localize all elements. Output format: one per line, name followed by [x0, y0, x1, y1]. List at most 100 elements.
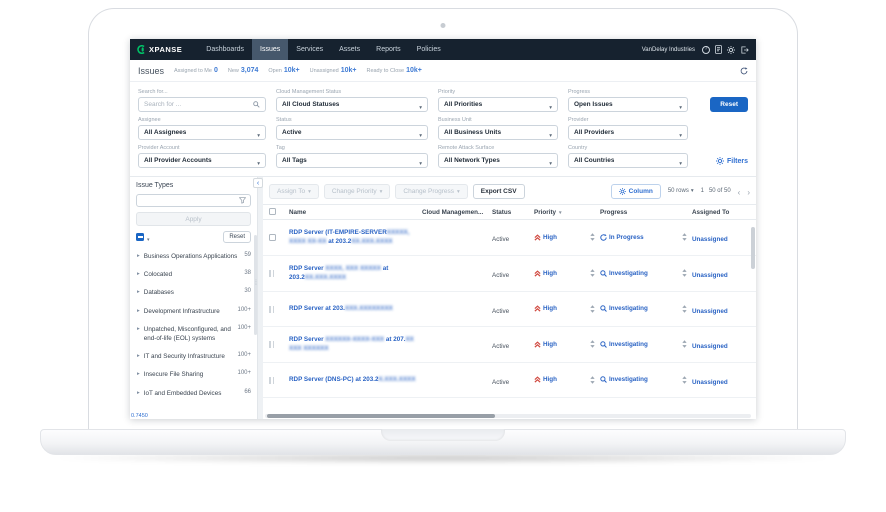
issue-type-item[interactable]: ▸Insecure File Sharing100+ — [136, 366, 251, 384]
filter-dropdown[interactable]: All Network Types — [438, 153, 558, 168]
priority-value-link[interactable]: High — [543, 234, 557, 241]
header-checkbox[interactable] — [269, 208, 276, 215]
priority-value-link[interactable]: High — [543, 376, 557, 383]
expand-arrow-icon[interactable]: ▸ — [137, 389, 140, 398]
sidebar-collapse-button[interactable] — [253, 178, 263, 188]
release-notes-icon[interactable] — [715, 45, 722, 54]
filter-dropdown[interactable]: Open Issues — [568, 97, 688, 112]
help-icon[interactable] — [702, 46, 710, 54]
filter-dropdown[interactable]: All Priorities — [438, 97, 558, 112]
refresh-button[interactable] — [740, 67, 748, 75]
sidebar-reset-button[interactable]: Reset — [223, 231, 251, 243]
issue-type-item[interactable]: ▸Development Infrastructure100+ — [136, 302, 251, 320]
nav-item-dashboards[interactable]: Dashboards — [198, 39, 252, 60]
issue-name-link[interactable]: RDP Server XXXXXX-XXXX-XXX at 207.XX XXX… — [289, 335, 418, 354]
nav-item-assets[interactable]: Assets — [331, 39, 368, 60]
table-row[interactable]: RDP Server at 203.XXX.XXXXXXXX Active Hi… — [263, 292, 756, 327]
stat-value[interactable]: 3,074 — [241, 67, 259, 74]
drag-handle-icon[interactable] — [269, 377, 274, 384]
table-row[interactable]: RDP Server XXXXXX-XXXX-XXX at 207.XX XXX… — [263, 327, 756, 363]
export-csv-button[interactable]: Export CSV — [473, 184, 525, 199]
progress-value-link[interactable]: Investigating — [609, 270, 648, 277]
table-row[interactable]: RDP Server (IT-EMPIRE-SERVERXXXXX, XXXX … — [263, 220, 756, 256]
assigned-to-link[interactable]: Unassigned — [692, 308, 728, 315]
drag-handle-icon[interactable] — [269, 341, 274, 348]
drag-handle-icon[interactable] — [269, 306, 274, 313]
nav-item-services[interactable]: Services — [288, 39, 331, 60]
change-priority-button[interactable]: Change Priority — [324, 184, 391, 199]
vertical-scrollbar[interactable] — [751, 227, 755, 269]
issue-name-link[interactable]: RDP Server at 203.XXX.XXXXXXXX — [289, 304, 418, 313]
filter-dropdown[interactable]: All Tags — [276, 153, 428, 168]
issue-type-item[interactable]: ▸IoT and Embedded Devices66 — [136, 384, 251, 402]
col-status[interactable]: Status — [492, 209, 534, 216]
col-name[interactable]: Name — [289, 209, 422, 216]
panel-resize-handle[interactable]: ⁞ — [255, 281, 257, 287]
col-priority[interactable]: Priority — [534, 209, 584, 216]
select-all-checkbox[interactable] — [136, 233, 144, 241]
change-progress-button[interactable]: Change Progress — [395, 184, 467, 199]
filter-dropdown[interactable]: All Provider Accounts — [138, 153, 266, 168]
col-cloud-management[interactable]: Cloud Managemen... — [422, 209, 492, 216]
xpanse-logo[interactable]: XPANSE — [137, 45, 182, 54]
filter-dropdown[interactable]: All Assignees — [138, 125, 266, 140]
filter-dropdown[interactable]: All Providers — [568, 125, 688, 140]
col-progress[interactable]: Progress — [600, 209, 676, 216]
priority-stepper-icon[interactable] — [590, 340, 595, 348]
issue-name-link[interactable]: RDP Server (DNS-PC) at 203.2X.XXX.XXXX — [289, 375, 418, 384]
next-page-button[interactable] — [747, 182, 750, 200]
assigned-to-link[interactable]: Unassigned — [692, 236, 728, 243]
issue-name-link[interactable]: RDP Server XXXX, XXX XXXXX at 203.2XX.XX… — [289, 264, 418, 283]
assigned-to-link[interactable]: Unassigned — [692, 343, 728, 350]
rows-per-page-select[interactable]: 50 rows — [668, 188, 694, 194]
assigned-to-link[interactable]: Unassigned — [692, 272, 728, 279]
sign-out-icon[interactable] — [740, 46, 749, 54]
issue-type-item[interactable]: ▸Business Operations Applications59 — [136, 247, 251, 265]
filter-dropdown[interactable]: All Cloud Statuses — [276, 97, 428, 112]
expand-arrow-icon[interactable]: ▸ — [137, 270, 140, 279]
expand-arrow-icon[interactable]: ▸ — [137, 370, 140, 379]
assigned-to-link[interactable]: Unassigned — [692, 379, 728, 386]
filters-settings-link[interactable]: Filters — [716, 157, 748, 168]
table-row[interactable]: RDP Server XXXX, XXX XXXXX at 203.2XX.XX… — [263, 256, 756, 292]
expand-arrow-icon[interactable]: ▸ — [137, 288, 140, 297]
progress-value-link[interactable]: Investigating — [609, 305, 648, 312]
issue-name-link[interactable]: RDP Server (IT-EMPIRE-SERVERXXXXX, XXXX … — [289, 228, 418, 247]
priority-value-link[interactable]: High — [543, 270, 557, 277]
stat-value[interactable]: 10k+ — [341, 67, 357, 74]
priority-value-link[interactable]: High — [543, 341, 557, 348]
priority-value-link[interactable]: High — [543, 305, 557, 312]
prev-page-button[interactable] — [738, 182, 741, 200]
progress-stepper-icon[interactable] — [682, 269, 687, 277]
reset-button[interactable]: Reset — [710, 97, 748, 112]
nav-item-reports[interactable]: Reports — [368, 39, 409, 60]
stat-value[interactable]: 10k+ — [406, 67, 422, 74]
stat-value[interactable]: 0 — [214, 67, 218, 74]
expand-arrow-icon[interactable]: ▸ — [137, 325, 140, 334]
progress-value-link[interactable]: Investigating — [609, 376, 648, 383]
issue-type-filter-input[interactable] — [136, 194, 251, 207]
priority-stepper-icon[interactable] — [590, 269, 595, 277]
row-checkbox[interactable] — [269, 234, 276, 241]
drag-handle-icon[interactable] — [269, 270, 274, 277]
issue-type-item[interactable]: ▸Unpatched, Misconfigured, and end-of-li… — [136, 320, 251, 347]
expand-arrow-icon[interactable]: ▸ — [137, 352, 140, 361]
nav-item-issues[interactable]: Issues — [252, 39, 288, 60]
table-row[interactable]: RDP Server (DNS-PC) at 203.2X.XXX.XXXX A… — [263, 363, 756, 398]
priority-stepper-icon[interactable] — [590, 233, 595, 241]
issue-type-item[interactable]: ▸Colocated38 — [136, 265, 251, 283]
account-name[interactable]: VanDelay Industries — [642, 47, 695, 53]
filter-dropdown[interactable]: Active — [276, 125, 428, 140]
filter-dropdown[interactable]: All Countries — [568, 153, 688, 168]
progress-stepper-icon[interactable] — [682, 233, 687, 241]
nav-item-policies[interactable]: Policies — [409, 39, 449, 60]
progress-value-link[interactable]: In Progress — [609, 234, 644, 241]
issue-type-item[interactable]: ▸IT and Security Infrastructure100+ — [136, 348, 251, 366]
progress-stepper-icon[interactable] — [682, 340, 687, 348]
stat-value[interactable]: 10k+ — [284, 67, 300, 74]
horizontal-scrollbar-thumb[interactable] — [267, 414, 495, 418]
priority-stepper-icon[interactable] — [590, 376, 595, 384]
expand-arrow-icon[interactable]: ▸ — [137, 252, 140, 261]
assign-to-button[interactable]: Assign To — [269, 184, 319, 199]
progress-value-link[interactable]: Investigating — [609, 341, 648, 348]
